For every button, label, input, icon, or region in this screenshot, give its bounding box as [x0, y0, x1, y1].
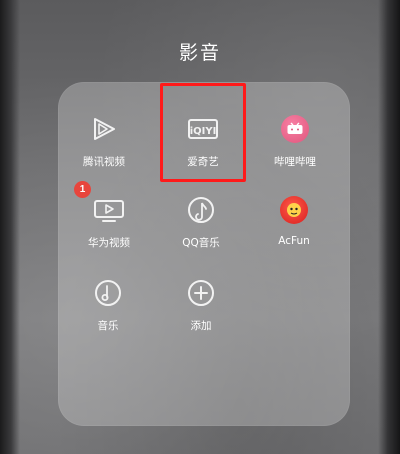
- app-music[interactable]: 音乐: [63, 276, 153, 356]
- acfun-icon: [277, 193, 311, 227]
- app-tencent-video[interactable]: 腾讯视频: [59, 112, 149, 192]
- app-label: 添加: [190, 320, 212, 332]
- app-label: 哔哩哔哩: [274, 156, 316, 168]
- app-label: 腾讯视频: [83, 156, 125, 168]
- highlight-annotation-box: [160, 83, 246, 182]
- notification-badge: 1: [74, 181, 91, 198]
- app-huawei-video[interactable]: 1 华为视频: [64, 181, 154, 273]
- app-label: QQ音乐: [182, 237, 220, 249]
- app-qq-music[interactable]: QQ音乐: [156, 193, 246, 273]
- app-add[interactable]: 添加: [156, 276, 246, 356]
- app-label: 音乐: [97, 320, 119, 332]
- qq-music-icon: [184, 193, 218, 227]
- add-icon: [184, 276, 218, 310]
- app-label: AcFun: [278, 235, 310, 247]
- bilibili-icon: [278, 112, 312, 146]
- app-acfun[interactable]: AcFun: [249, 193, 339, 273]
- huawei-video-icon: 1: [74, 181, 126, 227]
- music-icon: [91, 276, 125, 310]
- app-label: 华为视频: [88, 237, 130, 249]
- phone-bezel-right: [378, 0, 400, 454]
- phone-bezel-left: [0, 0, 20, 454]
- app-bilibili[interactable]: 哔哩哔哩: [250, 112, 340, 192]
- tencent-video-icon: [87, 112, 121, 146]
- folder-title[interactable]: 影音: [0, 38, 400, 65]
